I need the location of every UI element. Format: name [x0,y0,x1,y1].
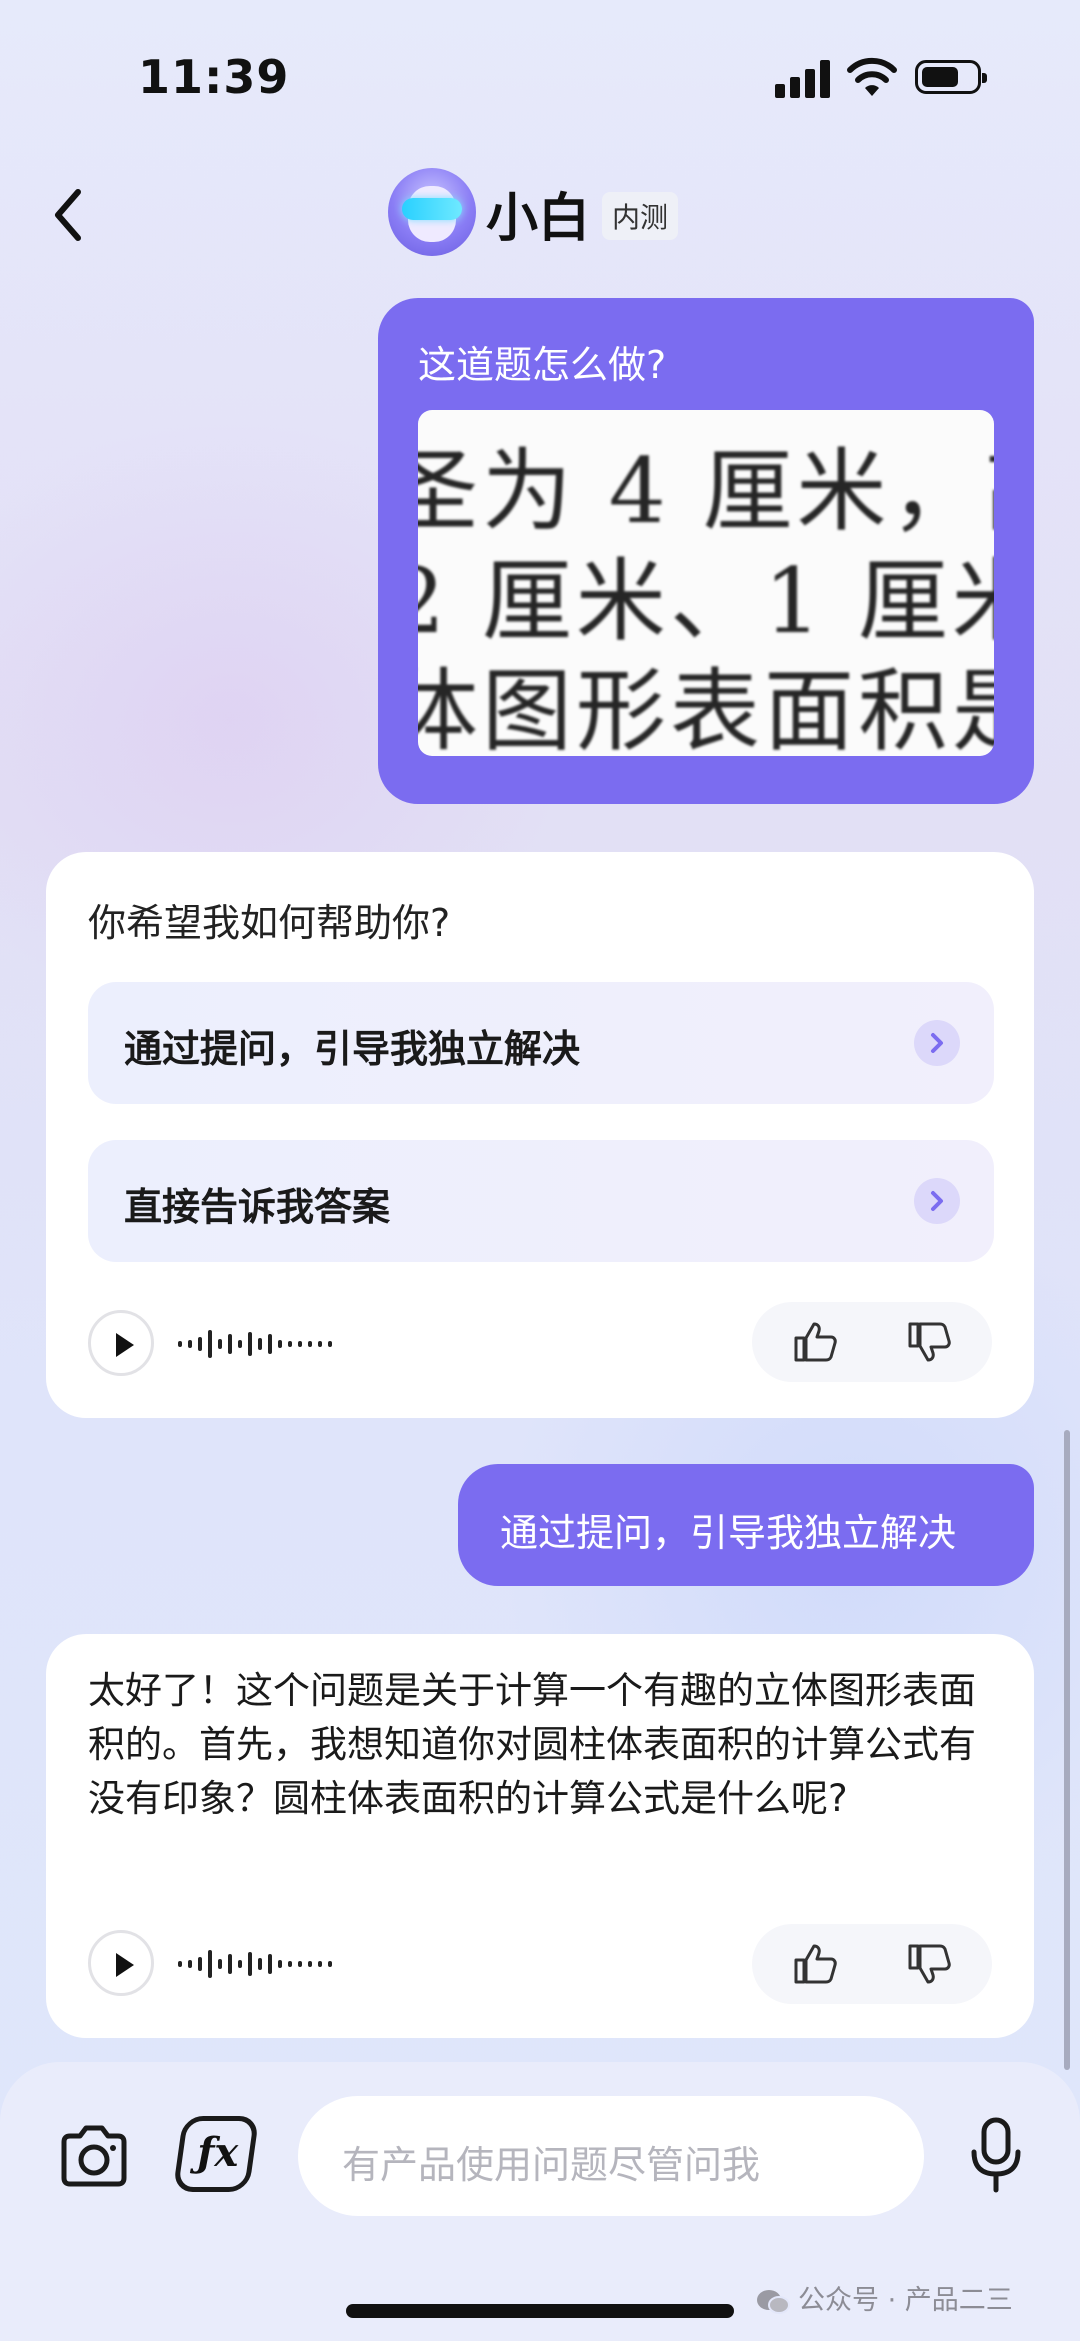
thumbs-up-icon[interactable] [792,1320,838,1364]
waveform-bar [238,1340,242,1348]
waveform-bar [258,1958,262,1970]
signal-icon [775,58,830,98]
bot-prompt-text: 你希望我如何帮助你? [88,901,451,945]
status-bar: 11:39 [0,0,1080,150]
waveform-bar [298,1341,302,1347]
waveform-bar [248,1952,252,1976]
waveform-bar [228,1334,232,1354]
home-indicator [346,2304,734,2318]
option-guided-solve[interactable]: 通过提问，引导我独立解决 [88,982,994,1104]
waveform-bar [268,1334,272,1354]
waveform-bar [328,1961,332,1967]
battery-icon [915,60,987,94]
waveform-bar [318,1961,322,1967]
waveform-bar [288,1341,292,1347]
wechat-icon [757,2289,790,2314]
audio-player [88,1930,388,2000]
feedback-group [752,1924,992,2004]
waveform-bar [218,1959,222,1969]
user-message-bubble: 这道题怎么做? 圣为 4 厘米，高 2 厘米、1 厘米 体图形表面积是 [378,298,1034,804]
bot-reply-text: 太好了！这个问题是关于计算一个有趣的立体图形表面积的。首先，我想知道你对圆柱体表… [88,1669,976,1820]
wifi-icon [847,57,897,96]
mic-icon[interactable] [966,2116,1026,2196]
chevron-right-icon [914,1020,960,1066]
option-direct-answer[interactable]: 直接告诉我答案 [88,1140,994,1262]
play-icon[interactable] [88,1310,154,1376]
back-icon[interactable] [44,180,94,250]
feedback-group [752,1302,992,1382]
status-time: 11:39 [138,50,290,104]
waveform-bar [178,1961,182,1967]
waveform-bar [198,1957,202,1971]
audio-player [88,1310,388,1380]
user-message-text: 这道题怎么做? [418,343,667,387]
waveform-bar [208,1950,212,1978]
waveform-bar [288,1961,292,1967]
waveform-bar [328,1341,332,1347]
chevron-right-icon [914,1178,960,1224]
question-image-line: 体图形表面积是 [418,659,994,756]
option-label: 直接告诉我答案 [124,1185,391,1229]
waveform-bar [278,1960,282,1968]
waveform-bar [218,1339,222,1349]
thumbs-down-icon[interactable] [906,1942,952,1986]
page-title: 小白 [486,189,591,249]
option-label: 通过提问，引导我独立解决 [124,1027,581,1071]
waveform-bar [188,1960,192,1968]
avatar [388,168,476,256]
scrollbar[interactable] [1064,1430,1070,2070]
formula-icon[interactable]: ƒx [172,2116,260,2192]
waveform-bar [198,1337,202,1351]
camera-icon[interactable] [56,2118,132,2194]
waveform-bar [268,1954,272,1974]
waveform-bar [178,1341,182,1347]
waveform-bar [278,1340,282,1348]
thumbs-up-icon[interactable] [792,1942,838,1986]
waveform-bar [228,1954,232,1974]
waveform-bar [318,1341,322,1347]
play-icon[interactable] [88,1930,154,1996]
waveform-bar [208,1330,212,1358]
waveform-bar [298,1961,302,1967]
waveform-bar [308,1341,312,1347]
watermark-text: 公众号 · 产品二三 [798,2285,1013,2316]
input-placeholder: 有产品使用问题尽管问我 [342,2143,761,2187]
waveform-bar [188,1340,192,1348]
beta-badge: 内测 [602,192,679,240]
waveform-bar [238,1960,242,1968]
bot-message-card: 你希望我如何帮助你? 通过提问，引导我独立解决 直接告诉我答案 [46,852,1034,1418]
message-input[interactable]: 有产品使用问题尽管问我 [298,2096,924,2216]
thumbs-down-icon[interactable] [906,1320,952,1364]
watermark: 公众号 · 产品二三 [756,2278,1013,2317]
user-message-bubble: 通过提问，引导我独立解决 [458,1464,1034,1586]
waveform-bar [258,1338,262,1350]
question-image[interactable]: 圣为 4 厘米，高 2 厘米、1 厘米 体图形表面积是 [418,410,994,756]
bot-message-card: 太好了！这个问题是关于计算一个有趣的立体图形表面积的。首先，我想知道你对圆柱体表… [46,1634,1034,2038]
waveform-bar [308,1961,312,1967]
user-message-text: 通过提问，引导我独立解决 [500,1511,957,1555]
waveform-bar [248,1332,252,1356]
